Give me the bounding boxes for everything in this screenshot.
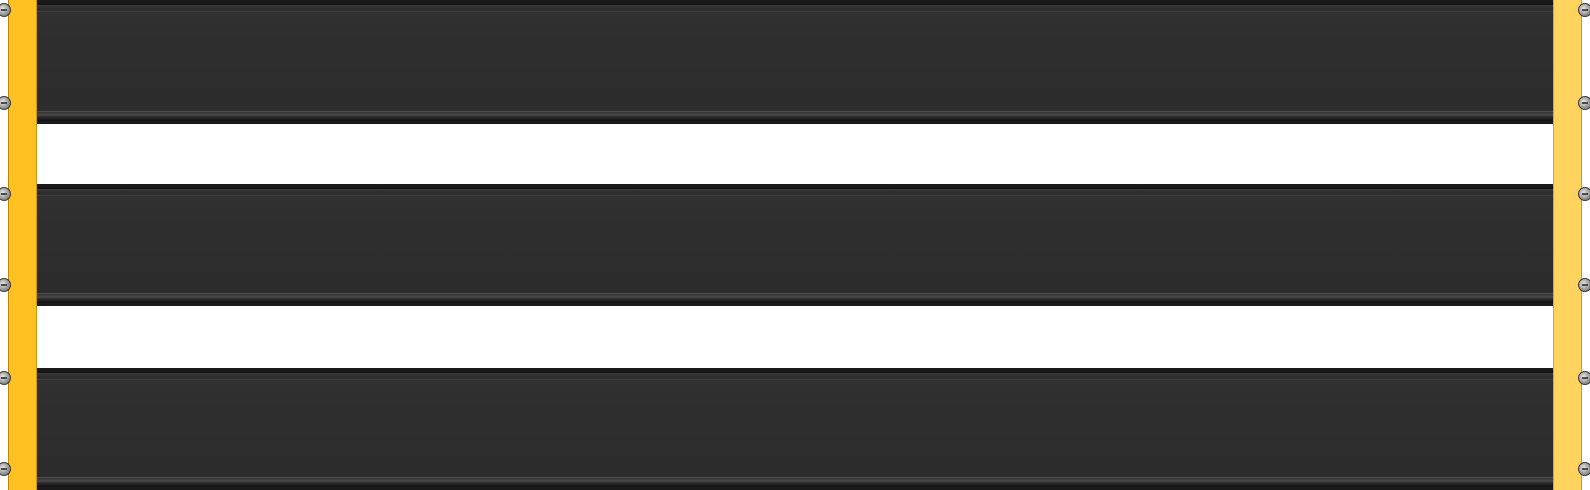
left-side-rail [8, 0, 37, 490]
mounting-bolt-icon [1578, 462, 1590, 476]
mounting-bolt-icon [1578, 3, 1590, 17]
pedalboard-slat-middle [37, 184, 1553, 306]
mounting-bolt-icon [1578, 371, 1590, 385]
mounting-bolt-icon [1578, 278, 1590, 292]
mounting-bolt-icon [1578, 187, 1590, 201]
pedalboard [0, 0, 1590, 490]
pedalboard-slat-top [37, 0, 1553, 124]
pedalboard-slat-bottom [37, 368, 1553, 490]
mounting-bolt-icon [1578, 96, 1590, 110]
right-side-rail [1553, 0, 1582, 490]
